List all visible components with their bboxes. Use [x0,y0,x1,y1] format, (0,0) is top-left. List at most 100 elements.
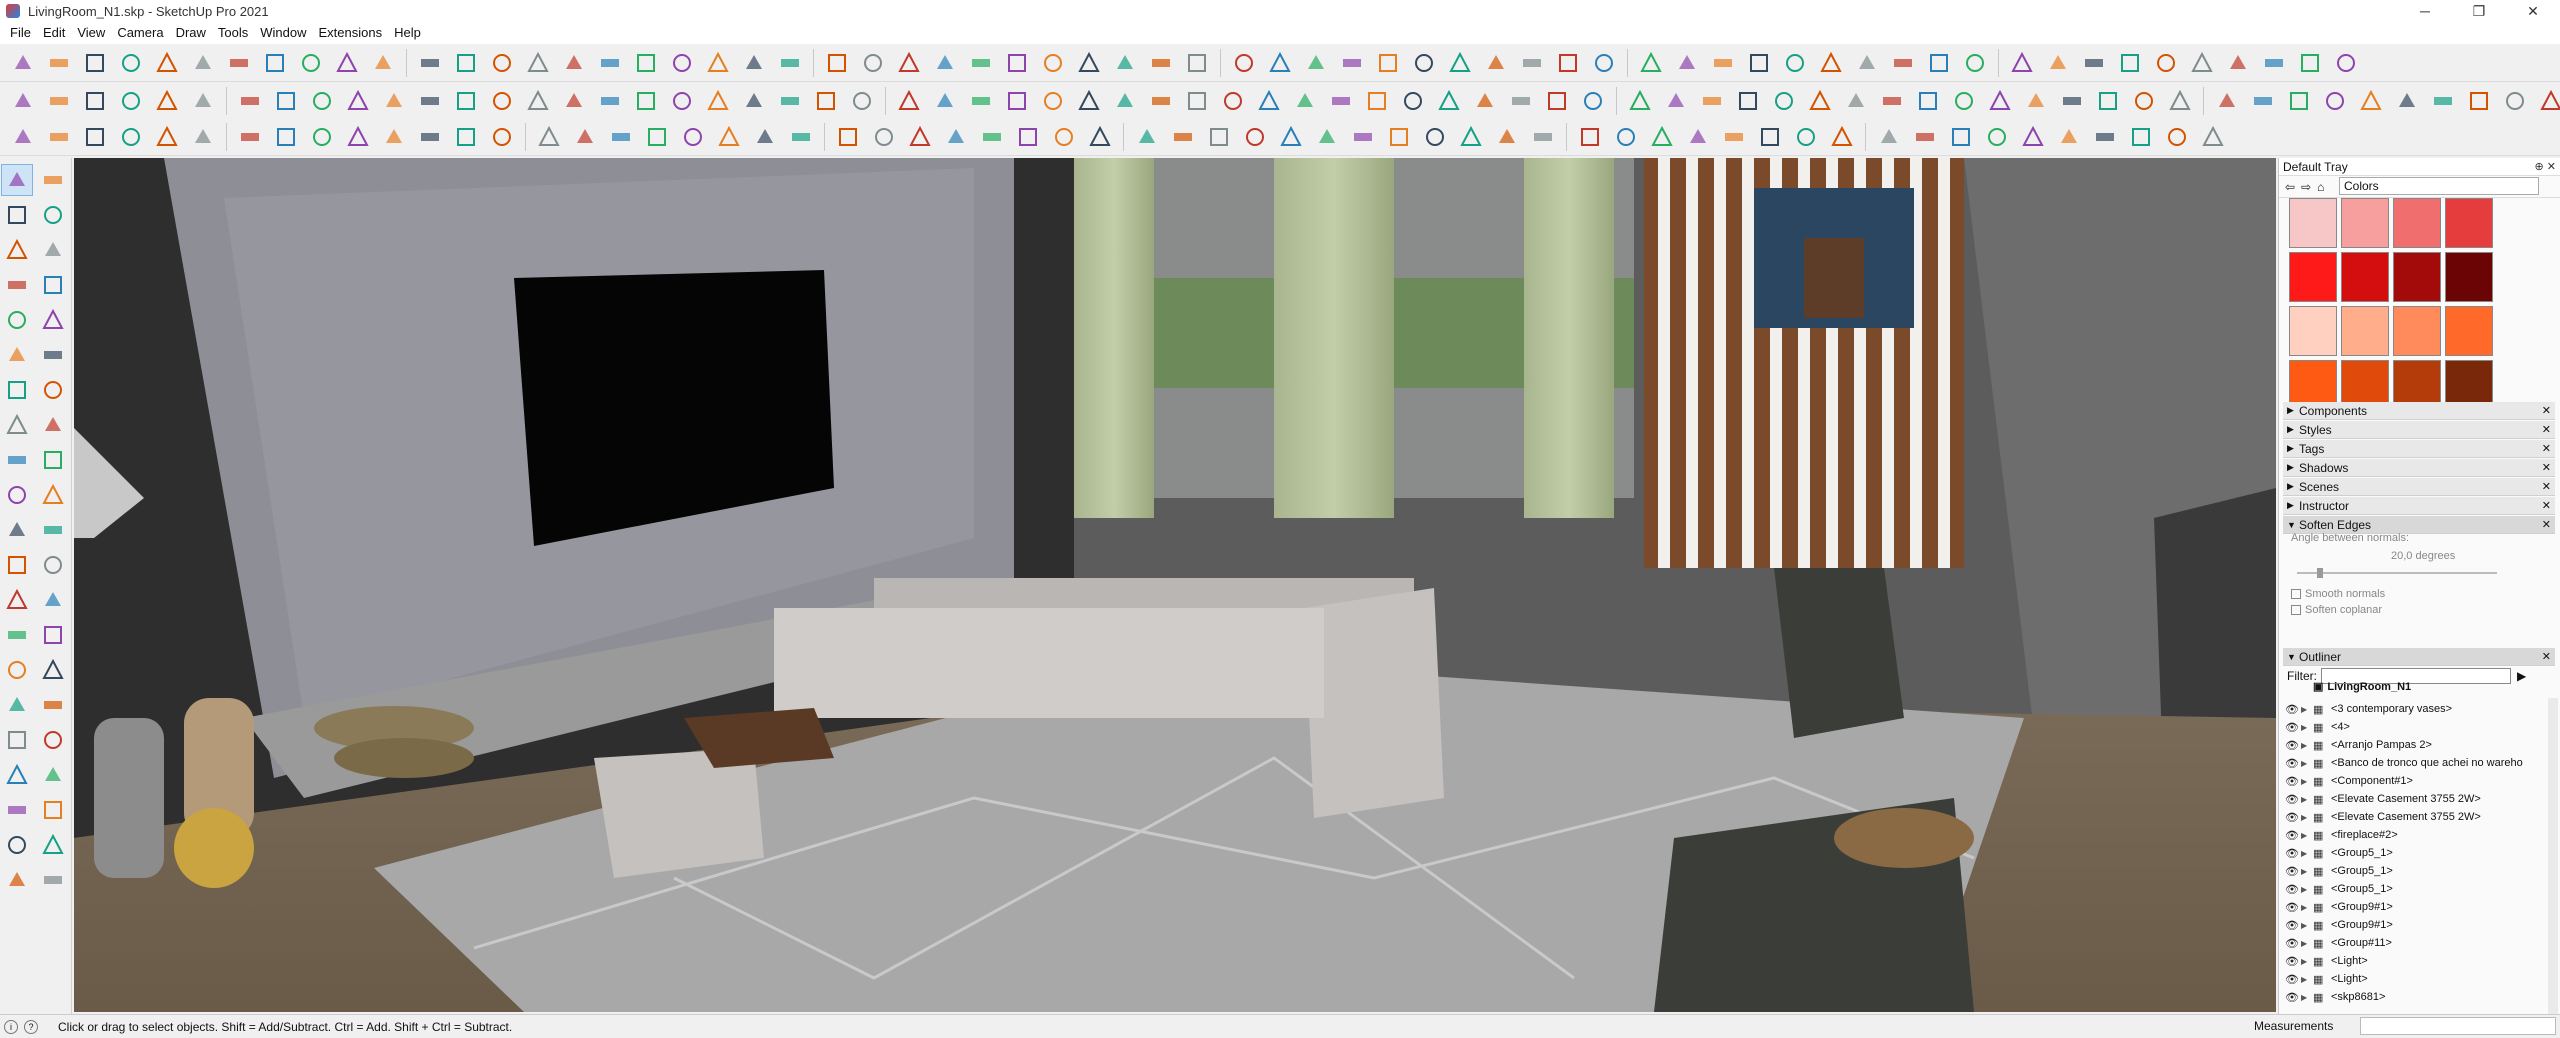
tb3-tool-icon[interactable] [640,121,674,153]
tb3-tool-icon[interactable] [1047,121,1081,153]
tb3-tool-icon[interactable] [676,121,710,153]
tb2-tool-icon[interactable] [1252,85,1286,117]
tb2-tool-icon[interactable] [964,85,998,117]
drawing-tool-icon[interactable] [37,304,69,336]
tb3-tool-icon[interactable] [413,121,447,153]
tb1-tool-icon[interactable] [1742,47,1776,79]
color-swatch[interactable] [2393,198,2441,248]
tb3-tool-icon[interactable] [1011,121,1045,153]
tb1-tool-icon[interactable] [330,47,364,79]
drawing-tool-icon[interactable] [37,374,69,406]
tb3-tool-icon[interactable] [1166,121,1200,153]
minimize-button[interactable]: ─ [2398,0,2452,22]
model-viewport[interactable] [74,158,2276,1012]
visibility-eye-icon[interactable]: 👁 [2283,919,2301,932]
menu-edit[interactable]: Edit [37,22,71,44]
tb2-tool-icon[interactable] [2426,85,2460,117]
drawing-tool-icon[interactable] [1,199,33,231]
menu-draw[interactable]: Draw [170,22,212,44]
tb1-tool-icon[interactable] [2005,47,2039,79]
tb1-tool-icon[interactable] [1072,47,1106,79]
expand-arrow-icon[interactable]: ▶ [2301,705,2313,714]
visibility-eye-icon[interactable]: 👁 [2283,937,2301,950]
drawing-tool-icon[interactable] [37,444,69,476]
drawing-tool-icon[interactable] [1,654,33,686]
drawing-tool-icon[interactable] [1,409,33,441]
tb1-tool-icon[interactable] [42,47,76,79]
tb3-tool-icon[interactable] [939,121,973,153]
tb1-tool-icon[interactable] [1000,47,1034,79]
tb2-tool-icon[interactable] [1432,85,1466,117]
drawing-tool-icon[interactable] [37,584,69,616]
expand-arrow-icon[interactable]: ▶ [2301,849,2313,858]
color-swatch[interactable] [2289,198,2337,248]
tb1-tool-icon[interactable] [294,47,328,79]
tb2-tool-icon[interactable] [845,85,879,117]
drawing-tool-icon[interactable] [1,794,33,826]
expand-arrow-icon[interactable]: ▶ [2301,939,2313,948]
tb3-tool-icon[interactable] [233,121,267,153]
drawing-tool-icon[interactable] [37,829,69,861]
tb1-tool-icon[interactable] [964,47,998,79]
drawing-tool-icon[interactable] [37,479,69,511]
tb2-tool-icon[interactable] [485,85,519,117]
tb3-tool-icon[interactable] [1454,121,1488,153]
tb2-tool-icon[interactable] [1695,85,1729,117]
tb3-tool-icon[interactable] [784,121,818,153]
menu-extensions[interactable]: Extensions [313,22,389,44]
tb1-tool-icon[interactable] [186,47,220,79]
drawing-tool-icon[interactable] [37,269,69,301]
drawing-tool-icon[interactable] [37,759,69,791]
tb2-tool-icon[interactable] [341,85,375,117]
color-swatch[interactable] [2445,252,2493,302]
drawing-tool-icon[interactable] [1,864,33,896]
drawing-tool-icon[interactable] [1,269,33,301]
color-swatch[interactable] [2341,252,2389,302]
outliner-panel-header[interactable]: ▼ Outliner ✕ [2283,648,2555,666]
close-panel-icon[interactable]: ✕ [2542,650,2551,663]
angle-slider-thumb[interactable] [2317,568,2323,578]
tb2-tool-icon[interactable] [1180,85,1214,117]
close-panel-icon[interactable]: ✕ [2542,461,2551,474]
tb2-tool-icon[interactable] [269,85,303,117]
visibility-eye-icon[interactable]: 👁 [2283,829,2301,842]
tb1-tool-icon[interactable] [114,47,148,79]
tb3-tool-icon[interactable] [78,121,112,153]
tb2-tool-icon[interactable] [2390,85,2424,117]
tb1-tool-icon[interactable] [6,47,40,79]
tb3-tool-icon[interactable] [485,121,519,153]
tb3-tool-icon[interactable] [748,121,782,153]
outliner-row[interactable]: 👁 ▶ ▦ <Group5_1> [2283,880,2543,898]
tb2-tool-icon[interactable] [1803,85,1837,117]
menu-view[interactable]: View [71,22,111,44]
expand-arrow-icon[interactable]: ▶ [2301,813,2313,822]
visibility-eye-icon[interactable]: 👁 [2283,721,2301,734]
tb2-tool-icon[interactable] [1000,85,1034,117]
tb2-tool-icon[interactable] [6,85,40,117]
outliner-row[interactable]: 👁 ▶ ▦ <4> [2283,718,2543,736]
tb1-tool-icon[interactable] [1299,47,1333,79]
tb3-tool-icon[interactable] [2088,121,2122,153]
outliner-row[interactable]: 👁 ▶ ▦ <Group9#1> [2283,898,2543,916]
tb3-tool-icon[interactable] [712,121,746,153]
expand-arrow-icon[interactable]: ▶ [2301,741,2313,750]
tb1-tool-icon[interactable] [2113,47,2147,79]
tb2-tool-icon[interactable] [2246,85,2280,117]
outliner-row[interactable]: 👁 ▶ ▦ <Arranjo Pampas 2> [2283,736,2543,754]
tb2-tool-icon[interactable] [737,85,771,117]
tb1-tool-icon[interactable] [2077,47,2111,79]
visibility-eye-icon[interactable]: 👁 [2283,775,2301,788]
tb2-tool-icon[interactable] [2055,85,2089,117]
visibility-eye-icon[interactable]: 👁 [2283,955,2301,968]
tray-panel-components[interactable]: ▶ Components ✕ [2283,402,2555,420]
drawing-tool-icon[interactable] [1,514,33,546]
tb3-tool-icon[interactable] [568,121,602,153]
tb3-tool-icon[interactable] [1717,121,1751,153]
tb2-tool-icon[interactable] [1623,85,1657,117]
tb3-tool-icon[interactable] [1202,121,1236,153]
visibility-eye-icon[interactable]: 👁 [2283,901,2301,914]
expand-arrow-icon[interactable]: ▶ [2301,921,2313,930]
tb3-tool-icon[interactable] [1872,121,1906,153]
tb2-tool-icon[interactable] [2498,85,2532,117]
drawing-tool-icon[interactable] [37,794,69,826]
